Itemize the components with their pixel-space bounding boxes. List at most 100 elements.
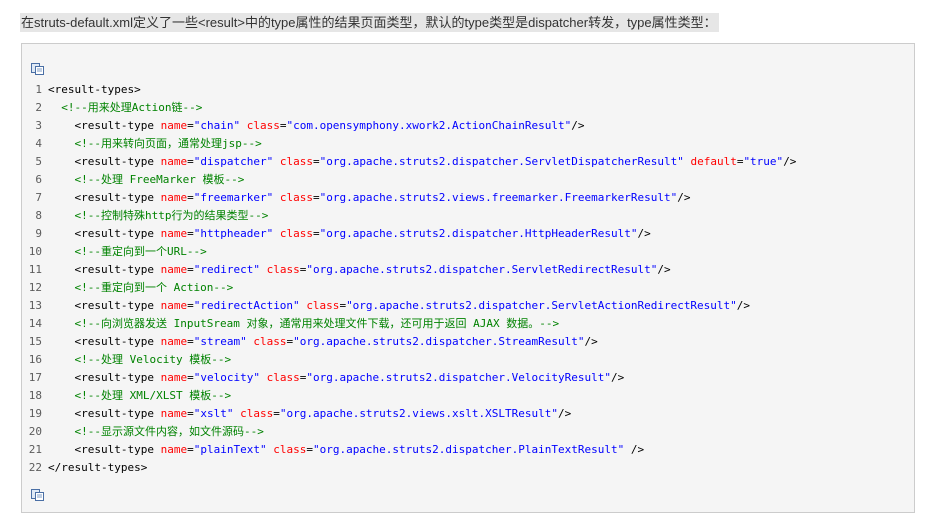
code-block: 1 <result-types> 2 <!--用来处理Action链--> 3 <re… xyxy=(21,43,915,513)
code-line: 6 <!--处理 FreeMarker 模板--> xyxy=(22,171,796,189)
code-attribute: class xyxy=(253,335,287,348)
code-line: 17 <result-type name="velocity" class="o… xyxy=(22,369,796,387)
code-line: 21 <result-type name="plainText" class="… xyxy=(22,441,796,459)
line-number: 9 xyxy=(35,227,42,240)
copy-icon[interactable] xyxy=(31,486,45,501)
code-attribute: name xyxy=(160,443,188,456)
code-value: "redirectAction" xyxy=(193,299,300,312)
code-line: 18 <!--处理 XML/XLST 模板--> xyxy=(22,387,796,405)
code-tag: <result-type xyxy=(74,227,161,240)
code-attribute: default xyxy=(690,155,737,168)
code-comment: <!--重定向到一个 Action--> xyxy=(74,281,234,294)
code-comment: <!--处理 FreeMarker 模板--> xyxy=(74,173,245,186)
line-number: 17 xyxy=(28,371,42,384)
code-value: "plainText" xyxy=(193,443,267,456)
code-attribute: name xyxy=(160,227,188,240)
line-number: 1 xyxy=(35,83,42,96)
code-value: "freemarker" xyxy=(193,191,274,204)
line-number: 12 xyxy=(28,281,42,294)
line-number: 11 xyxy=(28,263,42,276)
code-tag: /> xyxy=(624,443,645,456)
code-punct: = xyxy=(187,119,194,132)
code-value: "org.apache.struts2.dispatcher.ServletDi… xyxy=(319,155,684,168)
code-tag: <result-type xyxy=(74,191,161,204)
code-tag: </result-types> xyxy=(48,461,148,474)
code-tag: /> xyxy=(677,191,691,204)
code-attribute: class xyxy=(306,299,340,312)
code-comment: <!--重定向到一个URL--> xyxy=(74,245,207,258)
line-number: 19 xyxy=(28,407,42,420)
code-tag: /> xyxy=(783,155,797,168)
code-line: 8 <!--控制特殊http行为的结果类型--> xyxy=(22,207,796,225)
code-tag: <result-type xyxy=(74,263,161,276)
line-number: 15 xyxy=(28,335,42,348)
code-tag: <result-type xyxy=(74,155,161,168)
code-punct: = xyxy=(187,443,194,456)
line-number: 22 xyxy=(28,461,42,474)
copy-icon[interactable] xyxy=(31,60,45,75)
line-number: 18 xyxy=(28,389,42,402)
code-tag: /> xyxy=(584,335,598,348)
code-tag: /> xyxy=(558,407,572,420)
code-punct: = xyxy=(187,263,194,276)
code-value: "org.apache.struts2.dispatcher.ServletAc… xyxy=(346,299,737,312)
code-value: "velocity" xyxy=(193,371,260,384)
code-tag: /> xyxy=(637,227,651,240)
code-line: 11 <result-type name="redirect" class="o… xyxy=(22,261,796,279)
code-value: "true" xyxy=(743,155,784,168)
code-attribute: name xyxy=(160,335,188,348)
code-attribute: class xyxy=(279,191,313,204)
code-punct: = xyxy=(312,191,320,204)
code-tag: <result-types> xyxy=(48,83,141,96)
line-number: 21 xyxy=(28,443,42,456)
line-number: 7 xyxy=(35,191,42,204)
code-tag: <result-type xyxy=(74,335,161,348)
code-tag: <result-type xyxy=(74,407,161,420)
code-punct: = xyxy=(187,335,194,348)
code-lines: 1 <result-types> 2 <!--用来处理Action链--> 3 <re… xyxy=(22,81,797,477)
code-attribute: class xyxy=(279,227,313,240)
code-attribute: class xyxy=(266,371,300,384)
code-value: "org.apache.struts2.dispatcher.PlainText… xyxy=(312,443,625,456)
code-line: 7 <result-type name="freemarker" class="… xyxy=(22,189,796,207)
code-attribute: name xyxy=(160,155,188,168)
code-line: 16 <!--处理 Velocity 模板--> xyxy=(22,351,796,369)
line-number: 3 xyxy=(35,119,42,132)
code-punct: = xyxy=(187,191,194,204)
line-number: 5 xyxy=(35,155,42,168)
code-attribute: class xyxy=(266,263,300,276)
code-punct: = xyxy=(187,299,194,312)
code-tag xyxy=(273,155,280,168)
line-number: 8 xyxy=(35,209,42,222)
line-number: 14 xyxy=(28,317,42,330)
code-line: 15 <result-type name="stream" class="org… xyxy=(22,333,796,351)
code-value: "dispatcher" xyxy=(193,155,274,168)
code-value: "org.apache.struts2.dispatcher.HttpHeade… xyxy=(319,227,638,240)
code-comment: <!--处理 Velocity 模板--> xyxy=(74,353,232,366)
code-tag: <result-type xyxy=(74,299,161,312)
code-tag xyxy=(273,227,280,240)
code-tag: <result-type xyxy=(74,371,161,384)
line-number: 13 xyxy=(28,299,42,312)
code-tag xyxy=(260,371,267,384)
code-value: "org.apache.struts2.views.freemarker.Fre… xyxy=(319,191,678,204)
code-value: "xslt" xyxy=(193,407,234,420)
line-number: 16 xyxy=(28,353,42,366)
code-punct: = xyxy=(187,407,194,420)
code-value: "org.apache.struts2.dispatcher.ServletRe… xyxy=(306,263,658,276)
code-line: 9 <result-type name="httpheader" class="… xyxy=(22,225,796,243)
code-line: 1 <result-types> xyxy=(22,81,796,99)
code-line: 19 <result-type name="xslt" class="org.a… xyxy=(22,405,796,423)
code-punct: = xyxy=(187,227,194,240)
intro-text: 在struts-default.xml定义了一些<result>中的type属性… xyxy=(20,13,719,32)
code-value: "redirect" xyxy=(193,263,260,276)
